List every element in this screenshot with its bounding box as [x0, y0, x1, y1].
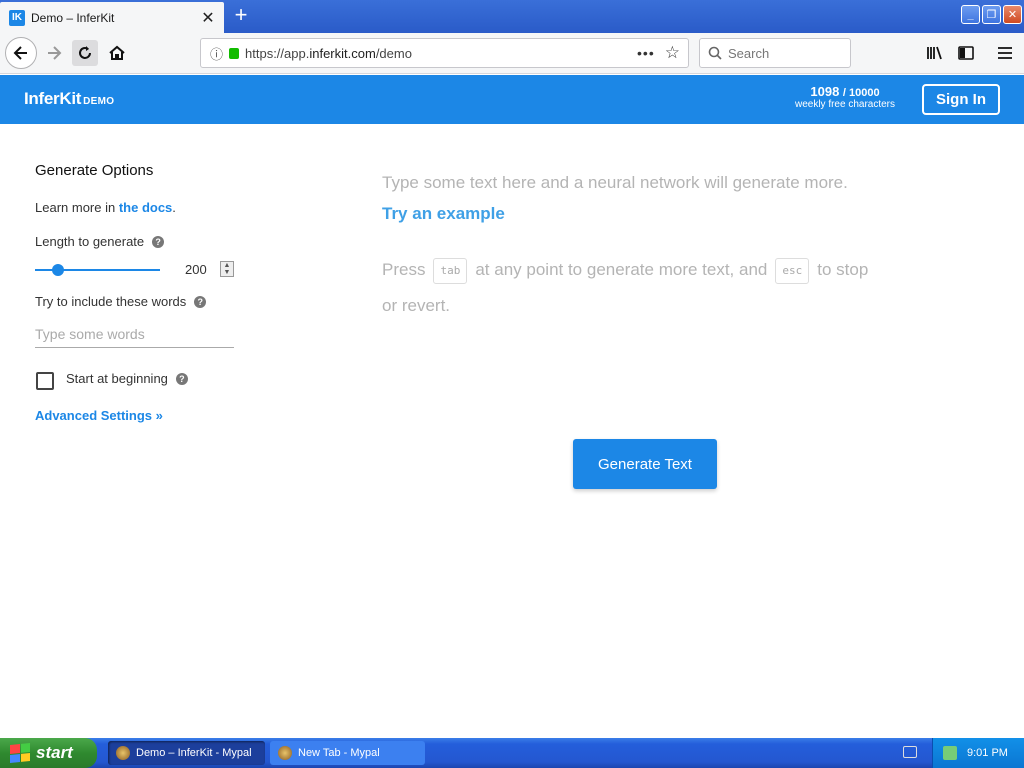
forward-arrow-icon[interactable] [41, 40, 67, 66]
length-stepper[interactable]: ▲ ▼ [220, 261, 234, 277]
reload-icon[interactable] [72, 40, 98, 66]
close-window-icon[interactable]: ✕ [1003, 5, 1022, 24]
editor-placeholder: Type some text here and a neural network… [382, 173, 848, 192]
tab-key: tab [433, 257, 468, 284]
system-tray: 9:01 PM [932, 738, 1024, 768]
mypal-browser-icon [278, 746, 292, 760]
start-at-beginning-checkbox[interactable] [36, 372, 54, 390]
url-text[interactable]: https://app.inferkit.com/demo [245, 46, 637, 61]
try-example-link[interactable]: Try an example [382, 204, 505, 224]
words-label: Try to include these words ? [35, 294, 207, 309]
start-label: Start at beginning ? [66, 371, 188, 386]
editor-area[interactable]: Type some text here and a neural network… [382, 170, 882, 324]
back-arrow-icon[interactable] [5, 37, 37, 69]
minimize-icon[interactable]: _ [961, 5, 980, 24]
taskbar-item-new-tab[interactable]: New Tab - Mypal [270, 741, 425, 765]
start-help-icon[interactable]: ? [175, 372, 188, 385]
browser-navbar: ⓘ https://app.inferkit.com/demo ••• ☆ Se… [0, 33, 1024, 74]
menu-hamburger-icon[interactable] [992, 40, 1018, 66]
browser-titlebar: IK Demo – InferKit ✕ + _ ❐ ✕ [0, 0, 1024, 33]
windows-logo-icon [10, 742, 30, 764]
chars-used: 1098 [810, 84, 840, 99]
os-taskbar: start Demo – InferKit - Mypal New Tab - … [0, 738, 1024, 768]
clock[interactable]: 9:01 PM [967, 747, 1008, 759]
chars-total: / 10000 [842, 87, 880, 99]
search-placeholder: Search [728, 45, 770, 61]
start-button[interactable]: start [0, 738, 97, 768]
browser-tab[interactable]: IK Demo – InferKit ✕ [0, 2, 224, 33]
chars-caption: weekly free characters [794, 99, 896, 110]
app-header: InferKit DEMO 1098 / 10000 weekly free ch… [0, 75, 1024, 124]
bookmark-star-icon[interactable]: ☆ [665, 43, 680, 63]
words-input[interactable] [35, 320, 234, 348]
tab-title: Demo – InferKit [31, 10, 115, 25]
sidebar-toggle-icon[interactable] [953, 40, 979, 66]
brand-tag: DEMO [83, 96, 115, 107]
info-icon[interactable]: ⓘ [210, 44, 223, 63]
options-title: Generate Options [35, 162, 154, 179]
network-icon[interactable] [943, 746, 957, 760]
keyboard-icon[interactable] [903, 746, 917, 758]
brand-logo[interactable]: InferKit DEMO [24, 89, 114, 109]
new-tab-plus-icon[interactable]: + [229, 4, 253, 28]
keyboard-hint: Press tab at any point to generate more te… [382, 252, 882, 324]
sign-in-button[interactable]: Sign In [922, 84, 1000, 115]
esc-key: esc [775, 257, 810, 284]
tab-close-icon[interactable]: ✕ [198, 8, 218, 28]
restore-icon[interactable]: ❐ [982, 5, 1001, 24]
length-help-icon[interactable]: ? [152, 235, 165, 248]
length-slider-thumb[interactable] [52, 264, 64, 276]
character-quota: 1098 / 10000 weekly free characters [780, 84, 910, 110]
url-bar[interactable]: ⓘ https://app.inferkit.com/demo ••• ☆ [200, 38, 689, 68]
length-value: 200 [185, 262, 207, 277]
docs-link[interactable]: the docs [119, 200, 172, 215]
library-icon[interactable] [922, 40, 948, 66]
lock-icon [229, 47, 240, 59]
learn-more-text: Learn more in the docs. [35, 200, 176, 215]
length-label: Length to generate ? [35, 234, 165, 249]
mypal-browser-icon [116, 746, 130, 760]
home-icon[interactable] [104, 40, 130, 66]
inferkit-favicon-icon: IK [9, 9, 25, 26]
page-actions-icon[interactable]: ••• [637, 45, 655, 61]
taskbar-item-inferkit[interactable]: Demo – InferKit - Mypal [108, 741, 265, 765]
generate-text-button[interactable]: Generate Text [573, 439, 717, 489]
search-box[interactable]: Search [699, 38, 851, 68]
brand-name: InferKit [24, 89, 82, 108]
start-label: start [36, 743, 73, 762]
advanced-settings-link[interactable]: Advanced Settings » [35, 408, 163, 423]
words-help-icon[interactable]: ? [194, 295, 207, 308]
search-icon [708, 46, 722, 60]
window-controls: _ ❐ ✕ [961, 5, 1022, 24]
